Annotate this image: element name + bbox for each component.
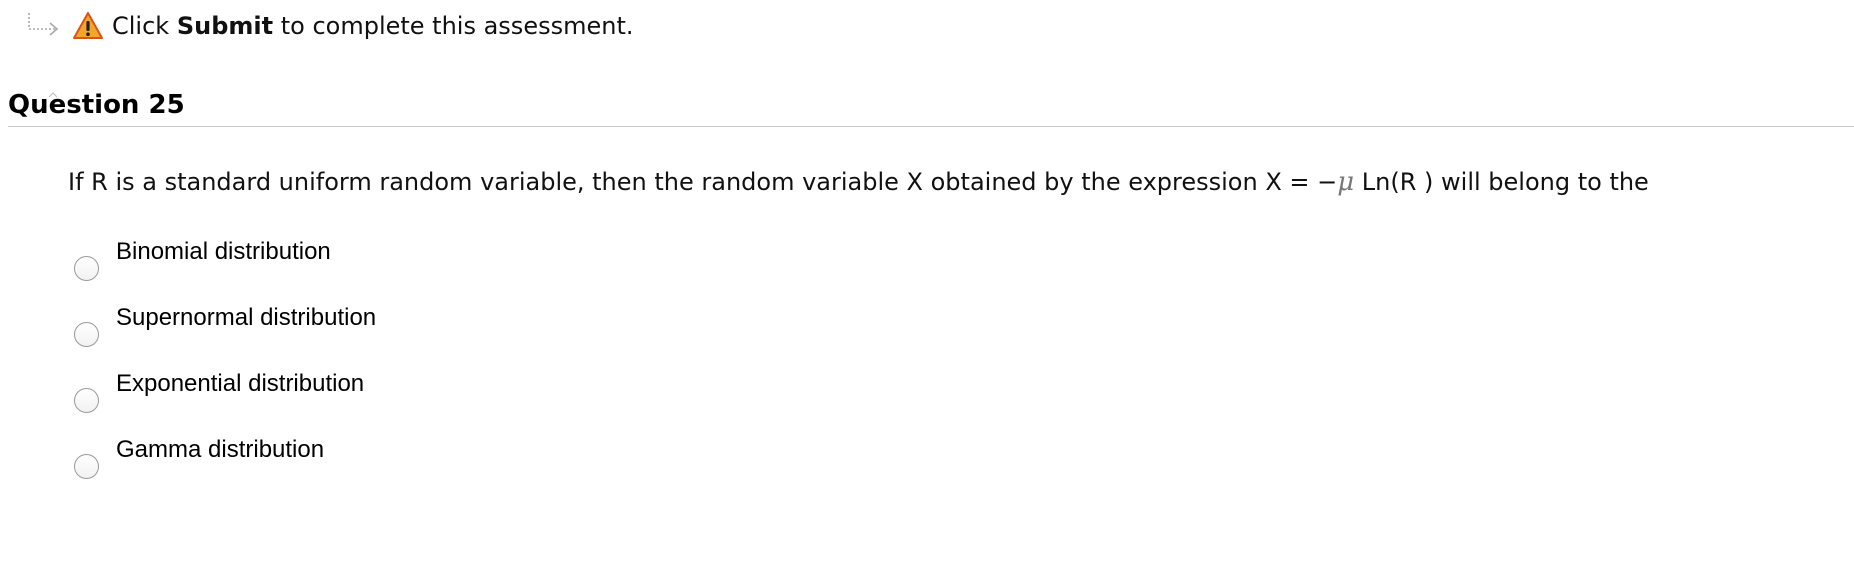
- prompt-text-after: Ln(R ) will belong to the: [1354, 168, 1649, 196]
- notice-suffix: to complete this assessment.: [273, 12, 634, 40]
- warning-icon: [73, 12, 103, 39]
- prompt-text-before: If R is a standard uniform random variab…: [68, 168, 1338, 196]
- radio-button[interactable]: [74, 388, 99, 413]
- notice-prefix: Click: [112, 12, 177, 40]
- caret-marker-icon: [48, 92, 58, 98]
- option-label[interactable]: Gamma distribution: [116, 434, 324, 466]
- question-prompt: If R is a standard uniform random variab…: [68, 166, 1649, 198]
- radio-button[interactable]: [74, 322, 99, 347]
- submit-notice: Click Submit to complete this assessment…: [26, 6, 633, 46]
- radio-button[interactable]: [74, 454, 99, 479]
- option-label[interactable]: Binomial distribution: [116, 236, 331, 268]
- radio-button[interactable]: [74, 256, 99, 281]
- dotted-arrow-icon: [28, 13, 59, 36]
- option-label[interactable]: Supernormal distribution: [116, 302, 376, 334]
- notice-text: Click Submit to complete this assessment…: [112, 11, 633, 41]
- mu-symbol: μ: [1337, 167, 1355, 197]
- question-header: Question 25: [8, 86, 1854, 127]
- option-label[interactable]: Exponential distribution: [116, 368, 364, 400]
- notice-submit-word: Submit: [176, 12, 274, 40]
- question-title: Question 25: [8, 90, 185, 120]
